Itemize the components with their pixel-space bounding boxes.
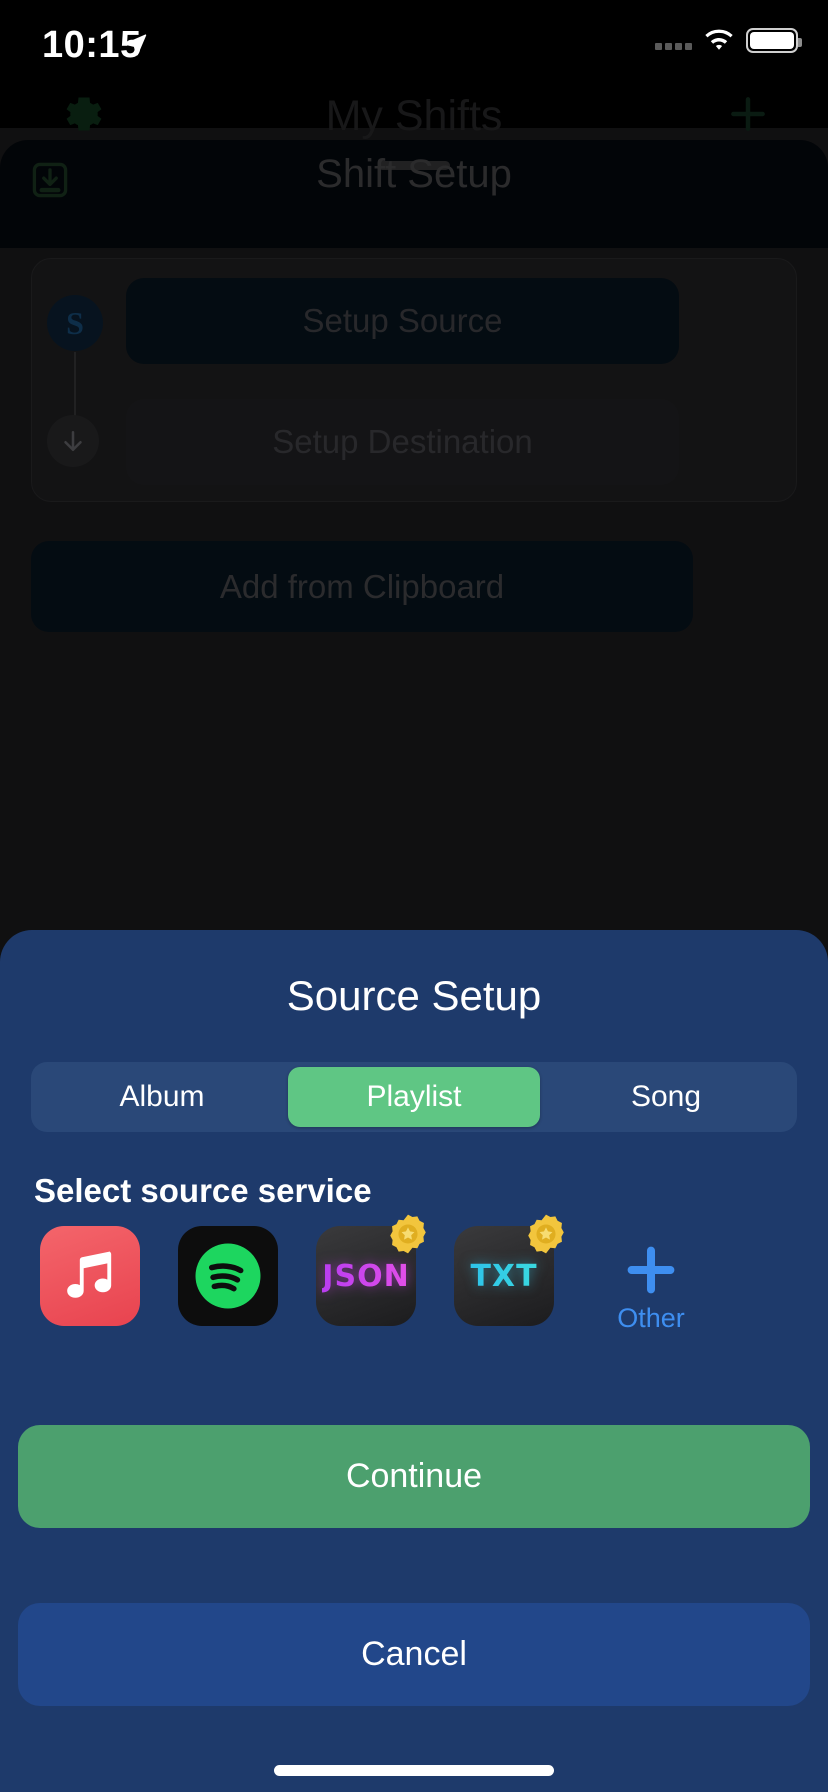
- spotify-icon: [178, 1226, 278, 1326]
- segment-playlist[interactable]: Playlist: [288, 1067, 540, 1127]
- segment-song[interactable]: Song: [540, 1067, 792, 1127]
- phone-screen: My Shifts Shift Setup S Setup Source Set…: [0, 0, 828, 1792]
- service-apple-music[interactable]: [40, 1226, 140, 1326]
- status-bar: 10:15: [0, 0, 828, 96]
- premium-badge-icon: [524, 1212, 568, 1256]
- location-arrow-icon: [122, 30, 148, 58]
- segment-album[interactable]: Album: [36, 1067, 288, 1127]
- service-txt[interactable]: TXT: [454, 1214, 564, 1326]
- battery-full-icon: [746, 28, 802, 53]
- cancel-button[interactable]: Cancel: [18, 1603, 810, 1706]
- service-other-label: Other: [617, 1302, 685, 1333]
- source-service-list: JSON TXT Other: [40, 1214, 800, 1386]
- plus-icon: [620, 1239, 682, 1301]
- service-other-button[interactable]: Other: [596, 1226, 706, 1346]
- continue-button[interactable]: Continue: [18, 1425, 810, 1528]
- source-type-segmented-control[interactable]: Album Playlist Song: [31, 1062, 797, 1132]
- source-setup-modal: Source Setup Album Playlist Song Select …: [0, 930, 828, 1792]
- apple-music-icon: [40, 1226, 140, 1326]
- service-json[interactable]: JSON: [316, 1214, 426, 1326]
- service-spotify[interactable]: [178, 1226, 278, 1326]
- txt-file-label: TXT: [470, 1258, 538, 1294]
- cellular-dots-icon: [655, 32, 692, 50]
- wifi-icon: [703, 29, 735, 53]
- select-source-service-label: Select source service: [34, 1172, 372, 1209]
- premium-badge-icon: [386, 1212, 430, 1256]
- json-file-label: JSON: [322, 1258, 410, 1294]
- home-indicator: [274, 1765, 554, 1776]
- status-bar-indicators: [655, 28, 802, 53]
- modal-title: Source Setup: [286, 972, 542, 1019]
